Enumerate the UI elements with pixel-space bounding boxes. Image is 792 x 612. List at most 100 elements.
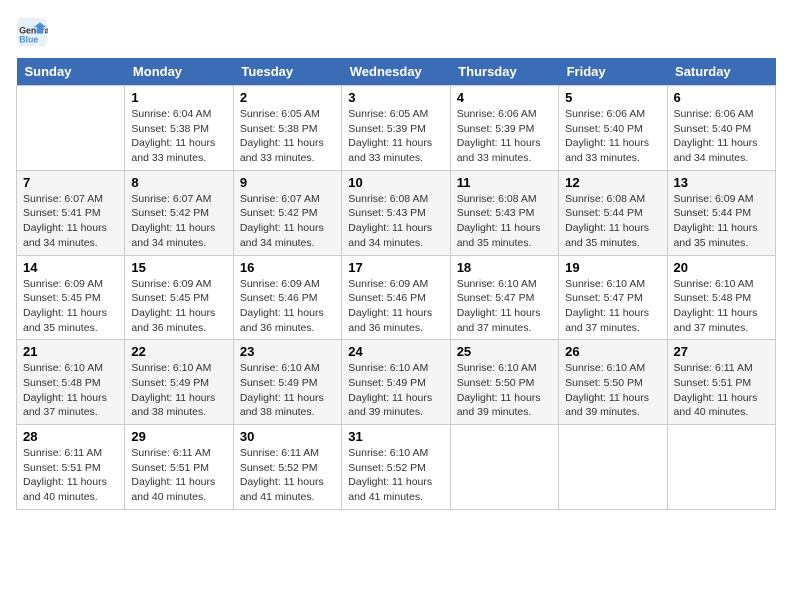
calendar-cell: 7 Sunrise: 6:07 AM Sunset: 5:41 PM Daylig… <box>17 170 125 255</box>
calendar-cell: 26 Sunrise: 6:10 AM Sunset: 5:50 PM Dayli… <box>559 340 667 425</box>
day-number: 20 <box>674 260 769 275</box>
calendar-cell <box>17 86 125 171</box>
weekday-header-sunday: Sunday <box>17 58 125 86</box>
calendar-cell: 8 Sunrise: 6:07 AM Sunset: 5:42 PM Daylig… <box>125 170 233 255</box>
day-info: Sunrise: 6:07 AM Sunset: 5:42 PM Dayligh… <box>131 192 226 251</box>
day-info: Sunrise: 6:06 AM Sunset: 5:40 PM Dayligh… <box>674 107 769 166</box>
day-info: Sunrise: 6:07 AM Sunset: 5:42 PM Dayligh… <box>240 192 335 251</box>
day-info: Sunrise: 6:10 AM Sunset: 5:52 PM Dayligh… <box>348 446 443 505</box>
calendar-cell: 24 Sunrise: 6:10 AM Sunset: 5:49 PM Dayli… <box>342 340 450 425</box>
day-number: 28 <box>23 429 118 444</box>
calendar-cell: 11 Sunrise: 6:08 AM Sunset: 5:43 PM Dayli… <box>450 170 558 255</box>
day-info: Sunrise: 6:10 AM Sunset: 5:49 PM Dayligh… <box>131 361 226 420</box>
day-number: 3 <box>348 90 443 105</box>
calendar-cell: 19 Sunrise: 6:10 AM Sunset: 5:47 PM Dayli… <box>559 255 667 340</box>
week-row-2: 7 Sunrise: 6:07 AM Sunset: 5:41 PM Daylig… <box>17 170 776 255</box>
day-number: 15 <box>131 260 226 275</box>
day-number: 29 <box>131 429 226 444</box>
calendar-cell: 20 Sunrise: 6:10 AM Sunset: 5:48 PM Dayli… <box>667 255 775 340</box>
day-number: 9 <box>240 175 335 190</box>
calendar-cell <box>450 425 558 510</box>
calendar-cell: 30 Sunrise: 6:11 AM Sunset: 5:52 PM Dayli… <box>233 425 341 510</box>
day-info: Sunrise: 6:07 AM Sunset: 5:41 PM Dayligh… <box>23 192 118 251</box>
day-number: 16 <box>240 260 335 275</box>
calendar-cell: 27 Sunrise: 6:11 AM Sunset: 5:51 PM Dayli… <box>667 340 775 425</box>
day-number: 2 <box>240 90 335 105</box>
day-number: 27 <box>674 344 769 359</box>
day-info: Sunrise: 6:10 AM Sunset: 5:48 PM Dayligh… <box>23 361 118 420</box>
day-info: Sunrise: 6:09 AM Sunset: 5:45 PM Dayligh… <box>131 277 226 336</box>
day-number: 11 <box>457 175 552 190</box>
calendar-cell: 6 Sunrise: 6:06 AM Sunset: 5:40 PM Daylig… <box>667 86 775 171</box>
day-number: 5 <box>565 90 660 105</box>
day-number: 12 <box>565 175 660 190</box>
calendar-cell: 1 Sunrise: 6:04 AM Sunset: 5:38 PM Daylig… <box>125 86 233 171</box>
day-info: Sunrise: 6:10 AM Sunset: 5:48 PM Dayligh… <box>674 277 769 336</box>
week-row-4: 21Sunrise: 6:10 AM Sunset: 5:48 PM Dayli… <box>17 340 776 425</box>
header: General Blue <box>16 16 776 48</box>
week-row-5: 28 Sunrise: 6:11 AM Sunset: 5:51 PM Dayli… <box>17 425 776 510</box>
day-info: Sunrise: 6:09 AM Sunset: 5:44 PM Dayligh… <box>674 192 769 251</box>
calendar-cell: 10 Sunrise: 6:08 AM Sunset: 5:43 PM Dayli… <box>342 170 450 255</box>
weekday-header-friday: Friday <box>559 58 667 86</box>
day-number: 7 <box>23 175 118 190</box>
calendar-cell: 12Sunrise: 6:08 AM Sunset: 5:44 PM Dayli… <box>559 170 667 255</box>
calendar-cell: 22 Sunrise: 6:10 AM Sunset: 5:49 PM Dayli… <box>125 340 233 425</box>
day-number: 22 <box>131 344 226 359</box>
day-number: 30 <box>240 429 335 444</box>
day-number: 17 <box>348 260 443 275</box>
day-number: 13 <box>674 175 769 190</box>
calendar-cell: 3 Sunrise: 6:05 AM Sunset: 5:39 PM Daylig… <box>342 86 450 171</box>
day-number: 10 <box>348 175 443 190</box>
calendar-cell <box>559 425 667 510</box>
day-info: Sunrise: 6:10 AM Sunset: 5:50 PM Dayligh… <box>457 361 552 420</box>
day-number: 25 <box>457 344 552 359</box>
day-info: Sunrise: 6:09 AM Sunset: 5:46 PM Dayligh… <box>240 277 335 336</box>
day-number: 31 <box>348 429 443 444</box>
calendar-body: 1 Sunrise: 6:04 AM Sunset: 5:38 PM Daylig… <box>17 86 776 510</box>
day-info: Sunrise: 6:08 AM Sunset: 5:43 PM Dayligh… <box>457 192 552 251</box>
day-info: Sunrise: 6:05 AM Sunset: 5:39 PM Dayligh… <box>348 107 443 166</box>
day-info: Sunrise: 6:10 AM Sunset: 5:50 PM Dayligh… <box>565 361 660 420</box>
calendar-cell: 23Sunrise: 6:10 AM Sunset: 5:49 PM Dayli… <box>233 340 341 425</box>
calendar-cell: 13 Sunrise: 6:09 AM Sunset: 5:44 PM Dayli… <box>667 170 775 255</box>
weekday-header-tuesday: Tuesday <box>233 58 341 86</box>
logo-icon: General Blue <box>16 16 48 48</box>
day-info: Sunrise: 6:10 AM Sunset: 5:49 PM Dayligh… <box>348 361 443 420</box>
week-row-3: 14 Sunrise: 6:09 AM Sunset: 5:45 PM Dayli… <box>17 255 776 340</box>
day-info: Sunrise: 6:06 AM Sunset: 5:40 PM Dayligh… <box>565 107 660 166</box>
svg-text:Blue: Blue <box>19 34 38 44</box>
day-info: Sunrise: 6:08 AM Sunset: 5:43 PM Dayligh… <box>348 192 443 251</box>
day-number: 19 <box>565 260 660 275</box>
calendar-cell: 17 Sunrise: 6:09 AM Sunset: 5:46 PM Dayli… <box>342 255 450 340</box>
calendar-cell: 29 Sunrise: 6:11 AM Sunset: 5:51 PM Dayli… <box>125 425 233 510</box>
day-info: Sunrise: 6:11 AM Sunset: 5:51 PM Dayligh… <box>131 446 226 505</box>
calendar-cell: 18Sunrise: 6:10 AM Sunset: 5:47 PM Dayli… <box>450 255 558 340</box>
day-number: 6 <box>674 90 769 105</box>
day-info: Sunrise: 6:09 AM Sunset: 5:46 PM Dayligh… <box>348 277 443 336</box>
day-number: 8 <box>131 175 226 190</box>
day-info: Sunrise: 6:05 AM Sunset: 5:38 PM Dayligh… <box>240 107 335 166</box>
calendar-cell: 25 Sunrise: 6:10 AM Sunset: 5:50 PM Dayli… <box>450 340 558 425</box>
day-info: Sunrise: 6:11 AM Sunset: 5:52 PM Dayligh… <box>240 446 335 505</box>
week-row-1: 1 Sunrise: 6:04 AM Sunset: 5:38 PM Daylig… <box>17 86 776 171</box>
day-number: 24 <box>348 344 443 359</box>
day-info: Sunrise: 6:10 AM Sunset: 5:47 PM Dayligh… <box>565 277 660 336</box>
day-number: 26 <box>565 344 660 359</box>
weekday-header-wednesday: Wednesday <box>342 58 450 86</box>
day-number: 14 <box>23 260 118 275</box>
day-info: Sunrise: 6:11 AM Sunset: 5:51 PM Dayligh… <box>674 361 769 420</box>
calendar-cell: 28Sunrise: 6:11 AM Sunset: 5:51 PM Dayli… <box>17 425 125 510</box>
weekday-header-saturday: Saturday <box>667 58 775 86</box>
calendar-table: SundayMondayTuesdayWednesdayThursdayFrid… <box>16 58 776 510</box>
logo: General Blue <box>16 16 52 48</box>
day-number: 1 <box>131 90 226 105</box>
day-info: Sunrise: 6:09 AM Sunset: 5:45 PM Dayligh… <box>23 277 118 336</box>
weekday-header-thursday: Thursday <box>450 58 558 86</box>
calendar-cell: 2 Sunrise: 6:05 AM Sunset: 5:38 PM Daylig… <box>233 86 341 171</box>
calendar-cell: 4Sunrise: 6:06 AM Sunset: 5:39 PM Daylig… <box>450 86 558 171</box>
weekday-header-monday: Monday <box>125 58 233 86</box>
calendar-cell: 31 Sunrise: 6:10 AM Sunset: 5:52 PM Dayli… <box>342 425 450 510</box>
day-info: Sunrise: 6:04 AM Sunset: 5:38 PM Dayligh… <box>131 107 226 166</box>
calendar-cell <box>667 425 775 510</box>
